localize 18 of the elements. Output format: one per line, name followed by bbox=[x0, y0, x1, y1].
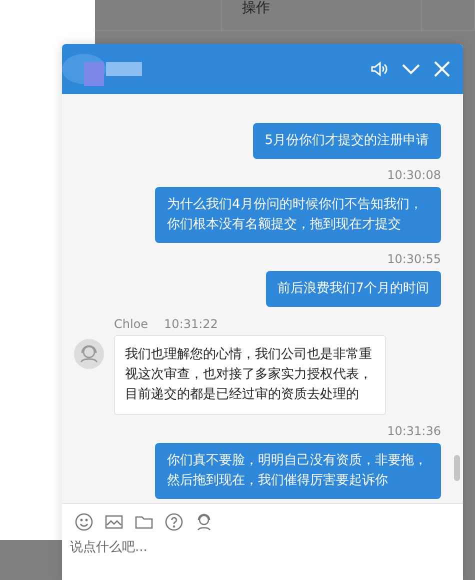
message-time: 10:30:08 bbox=[387, 168, 441, 182]
sent-message-bubble: 前后浪费我们7个月的时间 bbox=[266, 271, 441, 307]
close-icon[interactable] bbox=[433, 60, 451, 78]
message-time: 10:31:36 bbox=[387, 424, 441, 438]
message-time: 10:30:55 bbox=[387, 252, 441, 266]
sender-name: Chloe bbox=[114, 317, 148, 331]
received-message-bubble: 我们也理解您的心情，我们公司也是非常重视这次审查，也对接了多家实力授权代表，目前递交的都是已经过审的资质去处理的 bbox=[114, 335, 386, 415]
agent-avatar-icon bbox=[74, 339, 104, 369]
message-time: 10:31:22 bbox=[164, 317, 218, 331]
emoji-icon[interactable] bbox=[74, 512, 94, 532]
sent-message-bubble: 为什么我们4月份问的时候你们不告知我们，你们根本没有名额提交，拖到现在才提交 bbox=[155, 187, 441, 243]
sound-icon[interactable] bbox=[369, 59, 389, 79]
table-header: 操作 bbox=[222, 0, 422, 30]
help-icon[interactable] bbox=[164, 512, 184, 532]
sent-message-bubble: 你们真不要脸，明明自己没有资质，非要拖，然后拖到现在，我们催得厉害要起诉你 bbox=[155, 443, 441, 499]
scrollbar-thumb[interactable] bbox=[454, 455, 460, 481]
sent-message-bubble: 5月份你们才提交的注册申请 bbox=[252, 123, 441, 159]
message-input-field[interactable]: 说点什么吧... bbox=[70, 540, 455, 555]
